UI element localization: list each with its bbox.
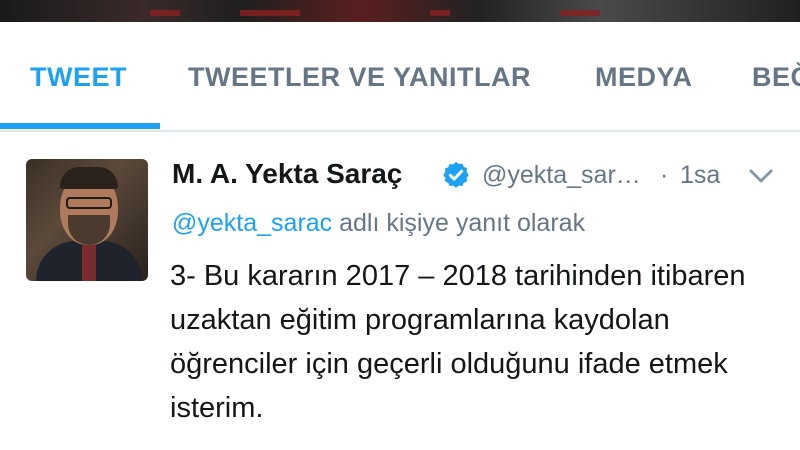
avatar[interactable] — [26, 159, 148, 281]
meta-separator: · — [660, 161, 669, 189]
tab-tweets-and-replies[interactable]: TWEETLER VE YANITLAR — [188, 62, 531, 93]
tab-tweet[interactable]: TWEET — [30, 62, 127, 93]
tab-media[interactable]: MEDYA — [595, 62, 693, 93]
reply-mention-link[interactable]: @yekta_sarac — [172, 209, 332, 237]
reply-context-text: adlı kişiye yanıt olarak — [332, 209, 586, 237]
tweet-text: 3- Bu kararın 2017 – 2018 tarihinden iti… — [170, 260, 746, 424]
active-tab-indicator — [0, 123, 160, 129]
verified-badge-icon — [443, 161, 469, 188]
top-image-strip — [0, 0, 800, 22]
reply-context: @yekta_sarac adlı kişiye yanıt olarak — [172, 209, 585, 238]
tweet-timestamp[interactable]: 1sa — [680, 161, 720, 190]
author-handle[interactable]: @yekta_sar… — [482, 161, 641, 190]
tab-likes[interactable]: BEĞ — [752, 62, 800, 93]
chevron-down-icon[interactable] — [746, 166, 776, 186]
tweet-card[interactable]: M. A. Yekta Saraç @yekta_sar… · 1sa @yek… — [0, 132, 800, 450]
profile-tabs: TWEET TWEETLER VE YANITLAR MEDYA BEĞ — [0, 22, 800, 132]
author-name[interactable]: M. A. Yekta Saraç — [172, 158, 402, 190]
